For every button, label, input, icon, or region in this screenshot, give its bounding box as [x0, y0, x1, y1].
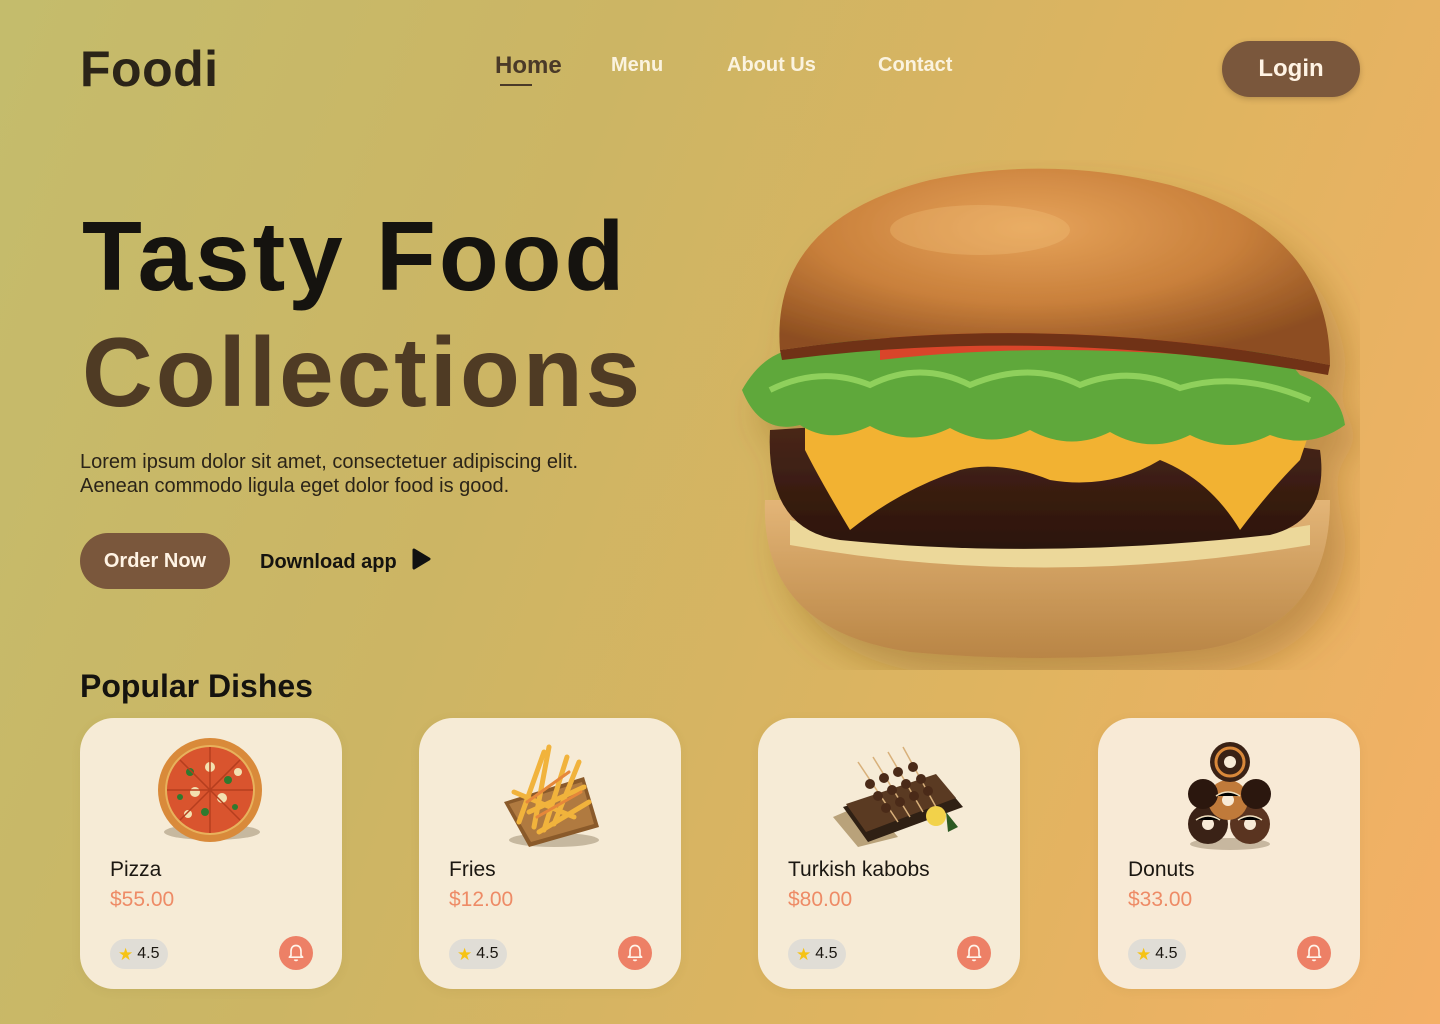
download-app-link[interactable]: Download app — [260, 548, 431, 576]
dish-name: Fries — [449, 858, 496, 881]
nav-contact[interactable]: Contact — [878, 54, 952, 77]
dish-price: $33.00 — [1128, 888, 1193, 911]
dish-price: $12.00 — [449, 888, 514, 911]
fries-image — [489, 732, 609, 852]
login-button[interactable]: Login — [1222, 41, 1360, 97]
hero-description: Lorem ipsum dolor sit amet, consectetuer… — [80, 451, 579, 497]
bell-icon[interactable] — [618, 936, 652, 970]
rating-badge: ★ 4.5 — [449, 939, 507, 969]
dish-price: $80.00 — [788, 888, 853, 911]
rating-value: 4.5 — [1155, 945, 1178, 962]
nav-menu[interactable]: Menu — [611, 54, 663, 77]
dish-name: Pizza — [110, 858, 162, 881]
nav-active-underline — [500, 84, 532, 86]
rating-value: 4.5 — [815, 945, 838, 962]
rating-value: 4.5 — [137, 945, 160, 962]
burger-image — [730, 160, 1360, 670]
download-app-label: Download app — [260, 550, 397, 573]
hero-title-line2: Collections — [82, 317, 644, 427]
dish-name: Donuts — [1128, 858, 1195, 881]
rating-badge: ★ 4.5 — [110, 939, 168, 969]
order-now-button[interactable]: Order Now — [80, 533, 230, 589]
popular-dishes-title: Popular Dishes — [80, 668, 313, 704]
bell-icon[interactable] — [957, 936, 991, 970]
kabobs-image — [828, 732, 963, 852]
bell-icon[interactable] — [279, 936, 313, 970]
donuts-image — [1168, 732, 1288, 852]
rating-badge: ★ 4.5 — [788, 939, 846, 969]
pizza-image — [150, 732, 270, 852]
play-icon — [411, 548, 431, 576]
star-icon: ★ — [1136, 944, 1152, 964]
dish-card-donuts[interactable]: Donuts $33.00 ★ 4.5 — [1098, 718, 1360, 989]
dish-price: $55.00 — [110, 888, 175, 911]
rating-value: 4.5 — [476, 945, 499, 962]
star-icon: ★ — [118, 944, 134, 964]
hero-title-line1: Tasty Food — [82, 201, 628, 311]
dish-card-pizza[interactable]: Pizza $55.00 ★ 4.5 — [80, 718, 342, 989]
bell-icon[interactable] — [1297, 936, 1331, 970]
dish-card-turkish-kabobs[interactable]: Turkish kabobs $80.00 ★ 4.5 — [758, 718, 1020, 989]
rating-badge: ★ 4.5 — [1128, 939, 1186, 969]
dish-name: Turkish kabobs — [788, 858, 930, 881]
star-icon: ★ — [796, 944, 812, 964]
dish-card-fries[interactable]: Fries $12.00 ★ 4.5 — [419, 718, 681, 989]
nav-home[interactable]: Home — [495, 52, 562, 80]
nav-about-us[interactable]: About Us — [727, 54, 816, 77]
star-icon: ★ — [457, 944, 473, 964]
